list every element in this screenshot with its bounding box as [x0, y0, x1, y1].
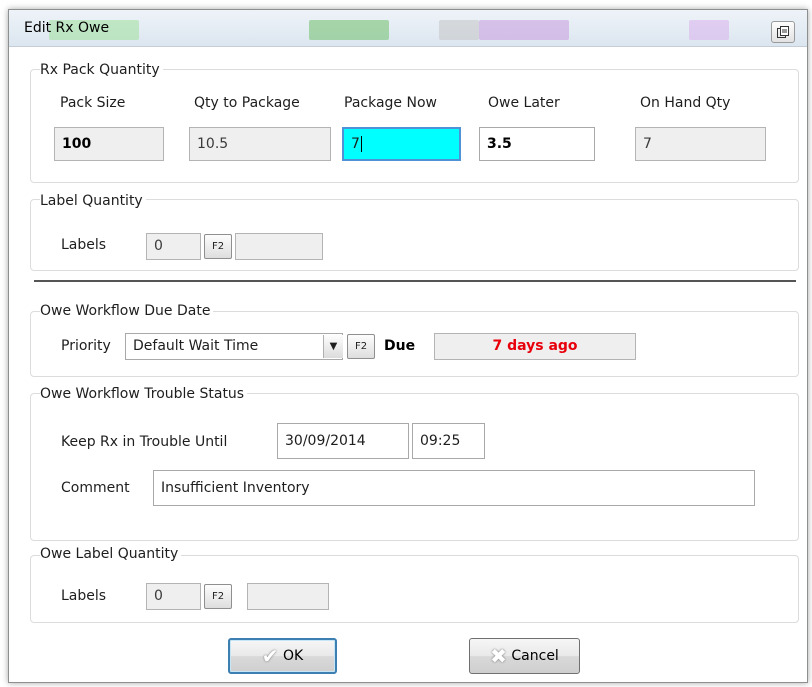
labels-count-field[interactable]: 0	[146, 233, 201, 260]
ok-button[interactable]: ✔ OK	[228, 638, 337, 674]
trouble-date-value: 30/09/2014	[285, 433, 366, 449]
keep-rx-in-trouble-label: Keep Rx in Trouble Until	[61, 434, 228, 450]
background-app-stripe	[479, 20, 569, 40]
due-value: 7 days ago	[492, 338, 578, 354]
qty-to-package-value: 10.5	[197, 136, 229, 152]
pack-size-value: 100	[62, 136, 92, 152]
owe-labels-label: Labels	[61, 588, 107, 604]
edit-rx-owe-dialog: Edit Rx Owe Rx Pack Quantity Pack Size Q…	[8, 9, 808, 683]
owe-workflow-due-date-title: Owe Workflow Due Date	[40, 303, 214, 319]
comment-label: Comment	[61, 480, 130, 496]
qty-to-package-label: Qty to Package	[194, 95, 300, 111]
restore-icon-glyph	[777, 26, 789, 38]
priority-f2-button[interactable]: F2	[347, 334, 375, 359]
trouble-time-input[interactable]: 09:25	[412, 423, 485, 459]
checkmark-icon: ✔	[261, 644, 279, 668]
labels-count-value: 0	[154, 238, 163, 254]
on-hand-qty-label: On Hand Qty	[640, 95, 731, 111]
cancel-button[interactable]: ✖ Cancel	[469, 638, 580, 674]
priority-label: Priority	[61, 338, 111, 354]
cancel-button-label: Cancel	[511, 648, 559, 664]
window-title: Edit Rx Owe	[24, 20, 110, 36]
labels-extra-field	[235, 233, 323, 260]
labels-label: Labels	[61, 237, 107, 253]
owe-label-quantity-title: Owe Label Quantity	[40, 546, 182, 562]
restore-icon[interactable]	[771, 21, 795, 43]
rx-pack-quantity-group	[30, 69, 799, 183]
owe-later-input[interactable]: 3.5	[479, 127, 595, 161]
due-field: 7 days ago	[434, 333, 636, 360]
on-hand-qty-field: 7	[635, 127, 766, 161]
package-now-value: 7	[351, 136, 360, 152]
owe-labels-extra-field	[247, 583, 329, 610]
owe-workflow-trouble-status-title: Owe Workflow Trouble Status	[40, 386, 248, 402]
comment-input[interactable]: Insufficient Inventory	[153, 470, 755, 506]
background-app-stripe	[689, 20, 729, 40]
priority-select[interactable]: Default Wait Time	[125, 333, 343, 360]
owe-later-value: 3.5	[487, 136, 512, 152]
background-app-stripe	[309, 20, 389, 40]
trouble-time-value: 09:25	[420, 433, 461, 449]
rx-pack-quantity-title: Rx Pack Quantity	[40, 62, 163, 78]
separator-line	[34, 280, 796, 282]
trouble-date-input[interactable]: 30/09/2014	[277, 423, 409, 459]
ok-button-label: OK	[283, 648, 304, 664]
on-hand-qty-value: 7	[643, 136, 652, 152]
label-quantity-title: Label Quantity	[40, 193, 146, 209]
comment-value: Insufficient Inventory	[161, 480, 310, 496]
title-bar[interactable]: Edit Rx Owe	[9, 10, 807, 47]
due-label: Due	[384, 338, 416, 354]
owe-labels-count-field[interactable]: 0	[146, 583, 201, 610]
package-now-label: Package Now	[344, 95, 437, 111]
owe-later-label: Owe Later	[488, 95, 560, 111]
package-now-input[interactable]: 7	[342, 127, 461, 161]
owe-workflow-trouble-status-group	[30, 393, 799, 541]
pack-size-field: 100	[54, 127, 164, 161]
owe-labels-count-value: 0	[154, 588, 163, 604]
labels-f2-button[interactable]: F2	[204, 234, 232, 259]
pack-size-label: Pack Size	[60, 95, 126, 111]
close-icon: ✖	[490, 644, 507, 668]
qty-to-package-field: 10.5	[189, 127, 331, 161]
background-app-stripe	[439, 20, 479, 40]
owe-labels-f2-button[interactable]: F2	[204, 584, 232, 609]
priority-selected-value: Default Wait Time	[133, 338, 259, 354]
dialog-body: Rx Pack Quantity Pack Size Qty to Packag…	[9, 47, 807, 682]
text-cursor	[360, 136, 362, 152]
chevron-down-icon[interactable]: ▼	[323, 335, 343, 358]
